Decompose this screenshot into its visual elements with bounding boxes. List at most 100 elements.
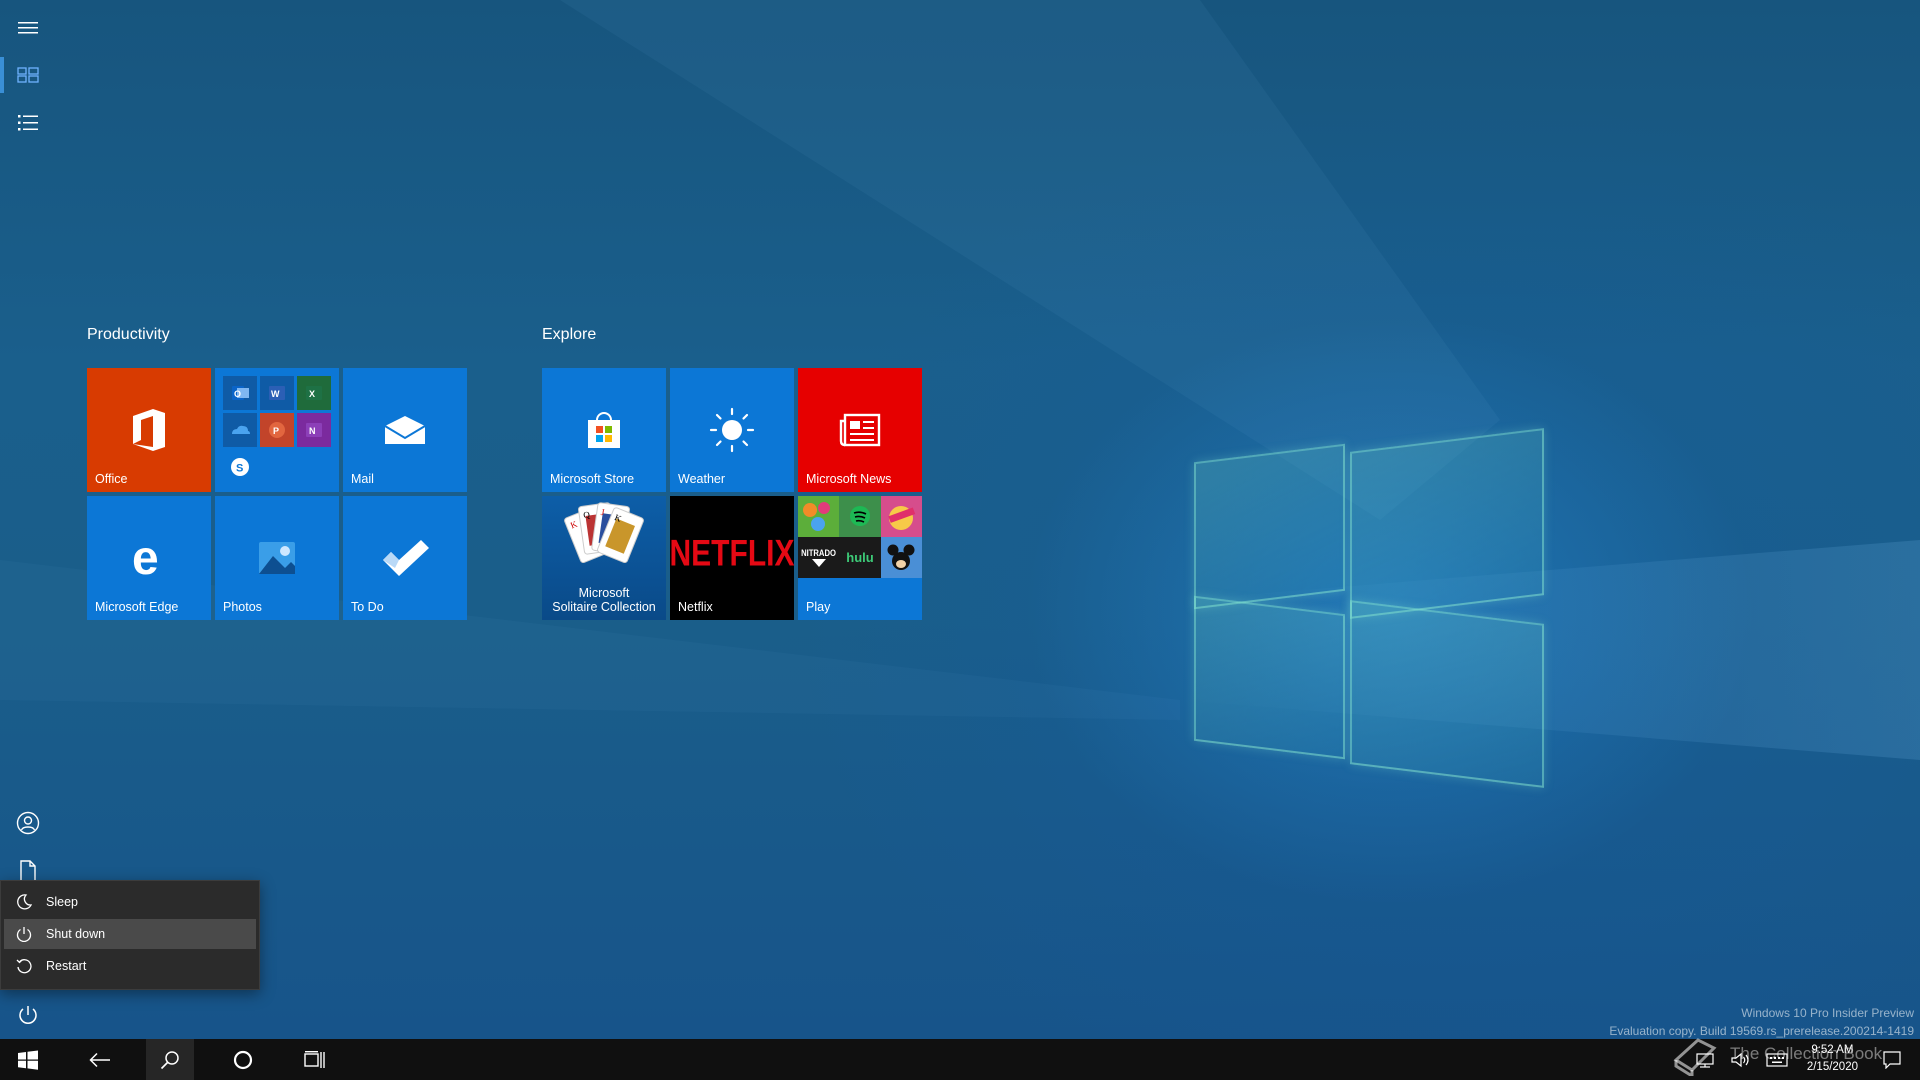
task-view-icon (304, 1050, 325, 1068)
tile-weather[interactable]: Weather (670, 368, 794, 492)
word-icon: W (260, 376, 294, 410)
tile-office-apps-folder[interactable]: O W X P N S (215, 368, 339, 492)
shut-down-option[interactable]: Shut down (4, 919, 256, 949)
document-icon (20, 860, 36, 882)
all-apps-button[interactable] (0, 99, 56, 147)
playing-cards-icon: K Q J K (542, 496, 666, 586)
list-icon (18, 115, 38, 131)
tile-netflix[interactable]: NETFLIX Netflix (669, 496, 795, 620)
action-center-button[interactable] (1874, 1039, 1910, 1080)
tile-microsoft-news[interactable]: Microsoft News (798, 368, 922, 492)
outlook-icon: O (223, 376, 257, 410)
tiles-icon (17, 67, 39, 83)
clock[interactable]: 9:52 AM 2/15/2020 (1807, 1042, 1858, 1076)
spotify-icon (839, 496, 881, 537)
sleep-option[interactable]: Sleep (4, 887, 256, 917)
watermark-build: Evaluation copy. Build 19569.rs_prerelea… (1609, 1024, 1914, 1038)
clock-date: 2/15/2020 (1806, 1061, 1858, 1073)
solitaire-label: Microsoft Solitaire Collection (542, 586, 666, 614)
nitrado-text: NITRADO (801, 547, 836, 558)
svg-text:P: P (273, 426, 279, 436)
power-button[interactable] (0, 991, 56, 1039)
hulu-icon: hulu (839, 537, 881, 578)
tile-play-folder[interactable]: NITRADO hulu Play (798, 496, 922, 620)
power-icon (16, 926, 38, 942)
group-title-productivity[interactable]: Productivity (87, 326, 170, 344)
back-button[interactable] (76, 1039, 124, 1080)
windows-logo-pane-tl (1194, 443, 1345, 610)
candy-crush-icon (798, 496, 839, 537)
windows-logo-pane-tr (1350, 428, 1544, 619)
expand-menu-button[interactable] (0, 4, 56, 52)
svg-text:S: S (236, 463, 243, 475)
tile-label: Microsoft News (806, 472, 892, 486)
tile-label: Office (95, 472, 128, 486)
search-button[interactable] (146, 1039, 194, 1080)
onenote-icon: N (297, 413, 331, 447)
svg-text:W: W (271, 389, 280, 399)
notification-icon (1883, 1050, 1901, 1069)
moon-icon (16, 894, 38, 910)
task-view-button[interactable] (291, 1039, 339, 1080)
solitaire-label-line2: Solitaire Collection (552, 600, 656, 614)
hulu-text: hulu (846, 550, 874, 565)
keyboard-icon (1766, 1052, 1788, 1067)
power-menu: Sleep Shut down Restart (0, 880, 260, 990)
hamburger-icon (18, 22, 38, 34)
power-icon (19, 1006, 37, 1024)
sleep-label: Sleep (46, 895, 78, 909)
svg-text:e: e (132, 536, 159, 580)
cortana-icon (233, 1050, 253, 1069)
skype-icon: S (223, 450, 257, 484)
shut-down-label: Shut down (46, 927, 106, 941)
tile-photos[interactable]: Photos (215, 496, 339, 620)
user-icon (16, 811, 40, 835)
pinned-tiles-button[interactable] (0, 51, 56, 99)
restart-option[interactable]: Restart (4, 951, 256, 981)
tile-solitaire[interactable]: K Q J K Microsoft Solitaire Collection (542, 496, 666, 620)
candy-crush-friends-icon (881, 496, 922, 537)
network-tray-button[interactable] (1690, 1039, 1720, 1080)
svg-text:O: O (234, 389, 241, 399)
windows-logo-pane-br (1350, 600, 1544, 788)
windows-logo-pane-bl (1194, 595, 1345, 760)
tile-label: Microsoft Store (550, 472, 635, 486)
tile-mail[interactable]: Mail (343, 368, 467, 492)
tile-label: Play (806, 600, 831, 614)
tile-label: To Do (351, 600, 384, 614)
excel-icon: X (297, 376, 331, 410)
volume-tray-button[interactable] (1726, 1039, 1756, 1080)
tile-label: Weather (678, 472, 726, 486)
restart-label: Restart (46, 959, 87, 973)
group-title-explore[interactable]: Explore (542, 326, 596, 344)
tile-microsoft-edge[interactable]: e Microsoft Edge (87, 496, 211, 620)
start-button[interactable] (4, 1039, 52, 1080)
tile-label: Photos (223, 600, 262, 614)
disney-icon (881, 537, 922, 578)
tile-microsoft-store[interactable]: Microsoft Store (542, 368, 666, 492)
nitrado-icon: NITRADO (798, 537, 839, 578)
netflix-logo-text: NETFLIX (669, 532, 795, 574)
tile-to-do[interactable]: To Do (343, 496, 467, 620)
powerpoint-icon: P (260, 413, 294, 447)
svg-text:X: X (309, 389, 315, 399)
solitaire-label-line1: Microsoft (578, 586, 630, 600)
tile-office[interactable]: Office (87, 368, 211, 492)
volume-icon (1731, 1052, 1749, 1067)
taskbar: 9:52 AM 2/15/2020 (0, 1039, 1920, 1080)
network-icon (1696, 1052, 1714, 1068)
tile-label: Microsoft Edge (95, 600, 179, 614)
keyboard-tray-button[interactable] (1762, 1039, 1792, 1080)
watermark-edition: Windows 10 Pro Insider Preview (1741, 1006, 1914, 1020)
back-arrow-icon (89, 1052, 110, 1067)
restart-icon (16, 958, 38, 974)
clock-time: 9:52 AM (1811, 1044, 1854, 1056)
onedrive-icon (223, 413, 257, 447)
search-icon (160, 1050, 179, 1069)
account-button[interactable] (0, 799, 56, 847)
svg-text:N: N (309, 426, 316, 436)
windows-logo-icon (18, 1050, 38, 1070)
tile-label: Mail (351, 472, 374, 486)
cortana-button[interactable] (219, 1039, 267, 1080)
tile-label: Netflix (678, 600, 713, 614)
